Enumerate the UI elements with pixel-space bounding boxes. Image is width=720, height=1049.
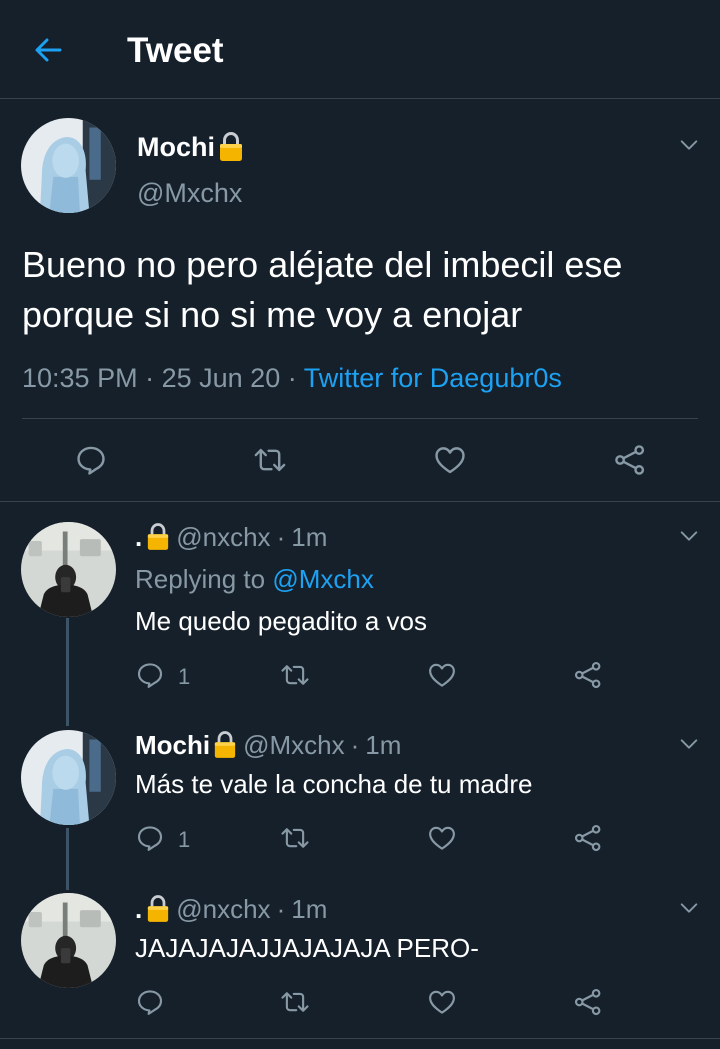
reply-icon[interactable] <box>135 660 165 690</box>
meta-divider <box>22 418 698 419</box>
replying-to: Replying to @Mxchx <box>135 562 374 596</box>
author-handle[interactable]: @nxchx <box>176 521 270 553</box>
tweet-date: 25 Jun 20 <box>161 363 281 393</box>
tweet-text: Bueno no pero aléjate del imbecil ese po… <box>22 244 623 335</box>
reply-age: 1m <box>291 522 328 552</box>
tweet-meta: 10:35 PM · 25 Jun 20 · Twitter for Daegu… <box>22 360 562 396</box>
lock-icon <box>218 131 244 163</box>
chevron-down-icon[interactable] <box>678 134 700 156</box>
like-icon[interactable] <box>427 987 457 1017</box>
author-handle[interactable]: @nxchx <box>176 893 270 925</box>
reply-text: Me quedo pegadito a vos <box>135 606 427 636</box>
avatar[interactable] <box>21 118 116 213</box>
reply-divider <box>0 1038 720 1039</box>
lock-icon <box>146 522 170 552</box>
author-display-name[interactable]: . <box>135 893 142 925</box>
like-icon[interactable] <box>427 823 457 853</box>
author-name[interactable]: Mochi <box>137 130 244 164</box>
retweet-icon[interactable] <box>280 823 310 853</box>
like-icon[interactable] <box>433 443 467 477</box>
reply-icon[interactable] <box>135 987 165 1017</box>
meta-separator: · <box>145 363 155 393</box>
reply-icon[interactable] <box>135 823 165 853</box>
like-icon[interactable] <box>427 660 457 690</box>
reply-icon[interactable] <box>74 443 108 477</box>
page-title: Tweet <box>127 31 224 70</box>
reply-age: 1m <box>291 894 328 924</box>
thread-line <box>66 828 69 890</box>
author-handle[interactable]: @Mxchx <box>137 176 242 210</box>
retweet-icon[interactable] <box>280 660 310 690</box>
tweet-time: 10:35 PM <box>22 363 138 393</box>
tweet-source-link[interactable]: Twitter for Daegubr0s <box>304 363 562 393</box>
author-display-name: Mochi <box>137 132 215 162</box>
reply-header: . @nxchx · 1m <box>135 893 327 925</box>
retweet-icon[interactable] <box>280 987 310 1017</box>
header-divider <box>0 98 720 99</box>
reply-count: 1 <box>178 664 191 689</box>
author-display-name[interactable]: Mochi <box>135 729 210 761</box>
reply-text: Más te vale la concha de tu madre <box>135 769 533 799</box>
share-icon[interactable] <box>573 823 603 853</box>
chevron-down-icon[interactable] <box>678 525 700 547</box>
avatar[interactable] <box>21 522 116 617</box>
reply-text: JAJAJAJAJJAJAJAJA PERO- <box>135 933 479 963</box>
share-icon[interactable] <box>613 443 647 477</box>
meta-separator: · <box>276 894 286 924</box>
reply-header: . @nxchx · 1m <box>135 521 327 553</box>
meta-separator: · <box>276 522 286 552</box>
replying-to-label: Replying to <box>135 564 266 594</box>
reply-count: 1 <box>178 827 191 852</box>
chevron-down-icon[interactable] <box>678 733 700 755</box>
author-handle[interactable]: @Mxchx <box>243 729 345 761</box>
reply-header: Mochi @Mxchx · 1m <box>135 729 401 761</box>
thread-line <box>66 618 69 726</box>
author-display-name[interactable]: . <box>135 521 142 553</box>
lock-icon <box>213 730 237 760</box>
back-arrow-icon[interactable] <box>30 32 66 68</box>
avatar[interactable] <box>21 893 116 988</box>
retweet-icon[interactable] <box>253 443 287 477</box>
reply-age: 1m <box>365 730 402 760</box>
meta-separator: · <box>287 363 297 393</box>
replying-to-handle-link[interactable]: @Mxchx <box>272 564 374 594</box>
chevron-down-icon[interactable] <box>678 897 700 919</box>
lock-icon <box>146 894 170 924</box>
share-icon[interactable] <box>573 987 603 1017</box>
meta-separator: · <box>350 730 360 760</box>
tweet-divider <box>0 501 720 502</box>
share-icon[interactable] <box>573 660 603 690</box>
avatar[interactable] <box>21 730 116 825</box>
